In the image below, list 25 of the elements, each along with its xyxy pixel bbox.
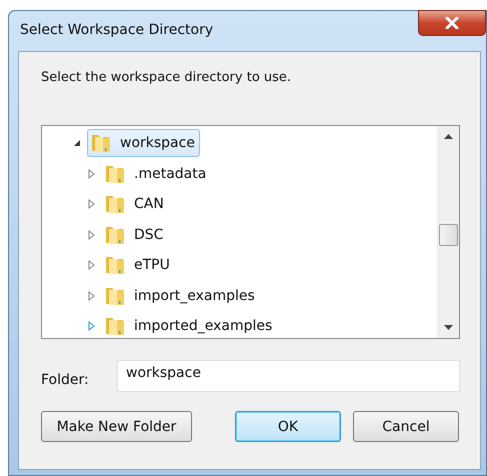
folder-icon [90,132,112,154]
folder-field[interactable]: workspace [117,360,460,392]
expander-icon[interactable] [72,138,82,148]
scroll-thumb[interactable] [439,224,458,246]
folder-label: Folder: [41,372,90,388]
scroll-down-icon[interactable] [444,325,453,330]
tree-item[interactable]: workspace [87,129,200,158]
scrollbar[interactable] [437,126,459,338]
tree-item[interactable]: import_examples [101,282,260,310]
tree-item[interactable]: CAN [101,190,169,218]
window-title: Select Workspace Directory [20,22,214,38]
dialog-button[interactable]: OK [235,411,341,442]
scroll-up-icon[interactable] [444,134,453,139]
close-button[interactable] [418,10,486,36]
folder-icon [104,315,126,338]
close-icon [445,17,459,29]
dialog-button[interactable]: Cancel [353,411,459,442]
tree-item[interactable]: .metadata [101,160,212,188]
dialog-button[interactable]: Make New Folder [41,411,192,442]
tree-item[interactable]: eTPU [101,251,175,280]
instruction-text: Select the workspace directory to use. [41,70,292,85]
tree-item[interactable]: DSC [101,220,168,249]
folder-icon [104,254,126,276]
folder-icon [104,193,126,216]
tree-item[interactable]: imported_examples [101,312,278,340]
